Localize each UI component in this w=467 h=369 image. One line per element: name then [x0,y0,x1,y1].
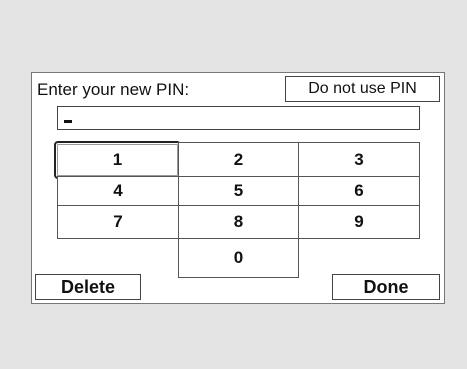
key-2[interactable]: 2 [178,142,299,177]
key-1[interactable]: 1 [54,141,181,179]
key-7[interactable]: 7 [57,205,179,239]
key-5[interactable]: 5 [178,176,299,206]
do-not-use-pin-button[interactable]: Do not use PIN [285,76,440,102]
key-6[interactable]: 6 [298,176,420,206]
key-3[interactable]: 3 [298,142,420,177]
pin-prompt: Enter your new PIN: [37,80,190,99]
text-cursor [64,120,72,123]
key-9[interactable]: 9 [298,205,420,239]
pin-entry-dialog: Enter your new PIN: Do not use PIN 1 2 3… [31,72,445,304]
pin-input[interactable] [57,106,420,130]
key-4[interactable]: 4 [57,176,179,206]
delete-button[interactable]: Delete [35,274,141,300]
done-button[interactable]: Done [332,274,440,300]
key-8[interactable]: 8 [178,205,299,239]
key-0[interactable]: 0 [178,238,299,278]
